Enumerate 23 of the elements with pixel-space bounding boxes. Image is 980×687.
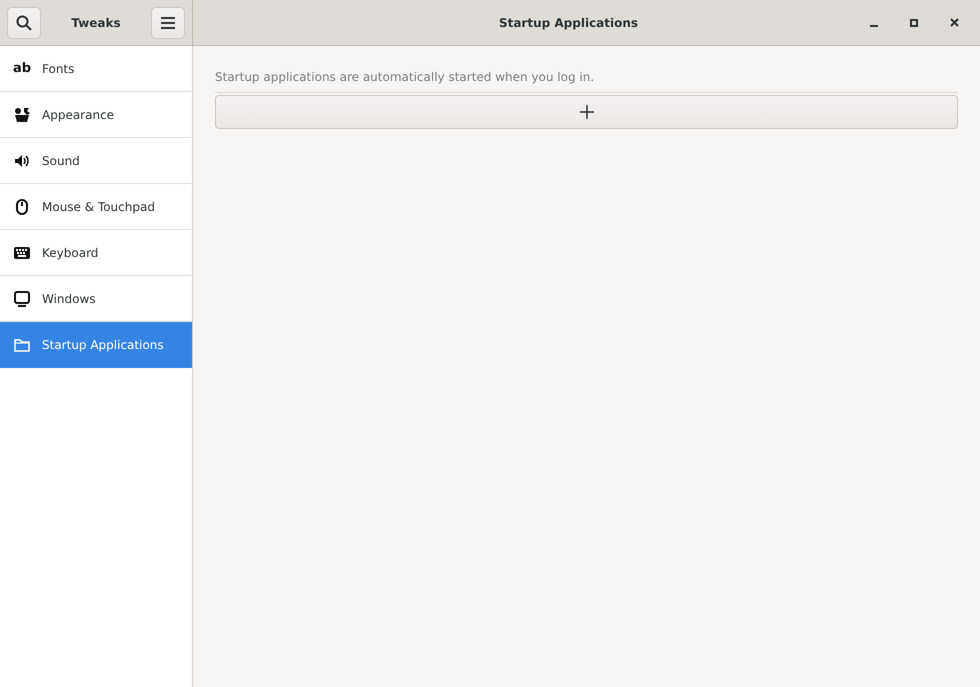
maximize-icon [910, 18, 918, 26]
keyboard-icon [14, 246, 30, 258]
minimize-icon [870, 24, 878, 26]
sidebar-item[interactable]: ab Fonts [0, 46, 192, 92]
sidebar-item[interactable]: Appearance [0, 92, 192, 138]
speaker-icon [15, 154, 29, 166]
sidebar-item[interactable]: Mouse & Touchpad [0, 184, 192, 230]
search-icon [16, 14, 32, 30]
description-text: Startup applications are automatically started when you log in. [215, 70, 596, 84]
app-title: Tweaks [71, 16, 121, 30]
sidebar-item[interactable]: Sound [0, 138, 192, 184]
close-icon [950, 18, 958, 27]
search-button[interactable] [7, 6, 41, 38]
plus-icon [580, 105, 594, 119]
text-icon: ab [12, 62, 32, 75]
window-title: Startup Applications [498, 16, 640, 30]
sidebar-item[interactable]: Startup Applications [0, 322, 192, 368]
monitor-icon [14, 290, 30, 306]
menu-icon [161, 16, 175, 28]
folder-icon [14, 338, 30, 352]
menu-button[interactable] [151, 6, 185, 38]
sidebar-item[interactable]: Keyboard [0, 230, 192, 276]
mouse-icon [16, 198, 28, 214]
